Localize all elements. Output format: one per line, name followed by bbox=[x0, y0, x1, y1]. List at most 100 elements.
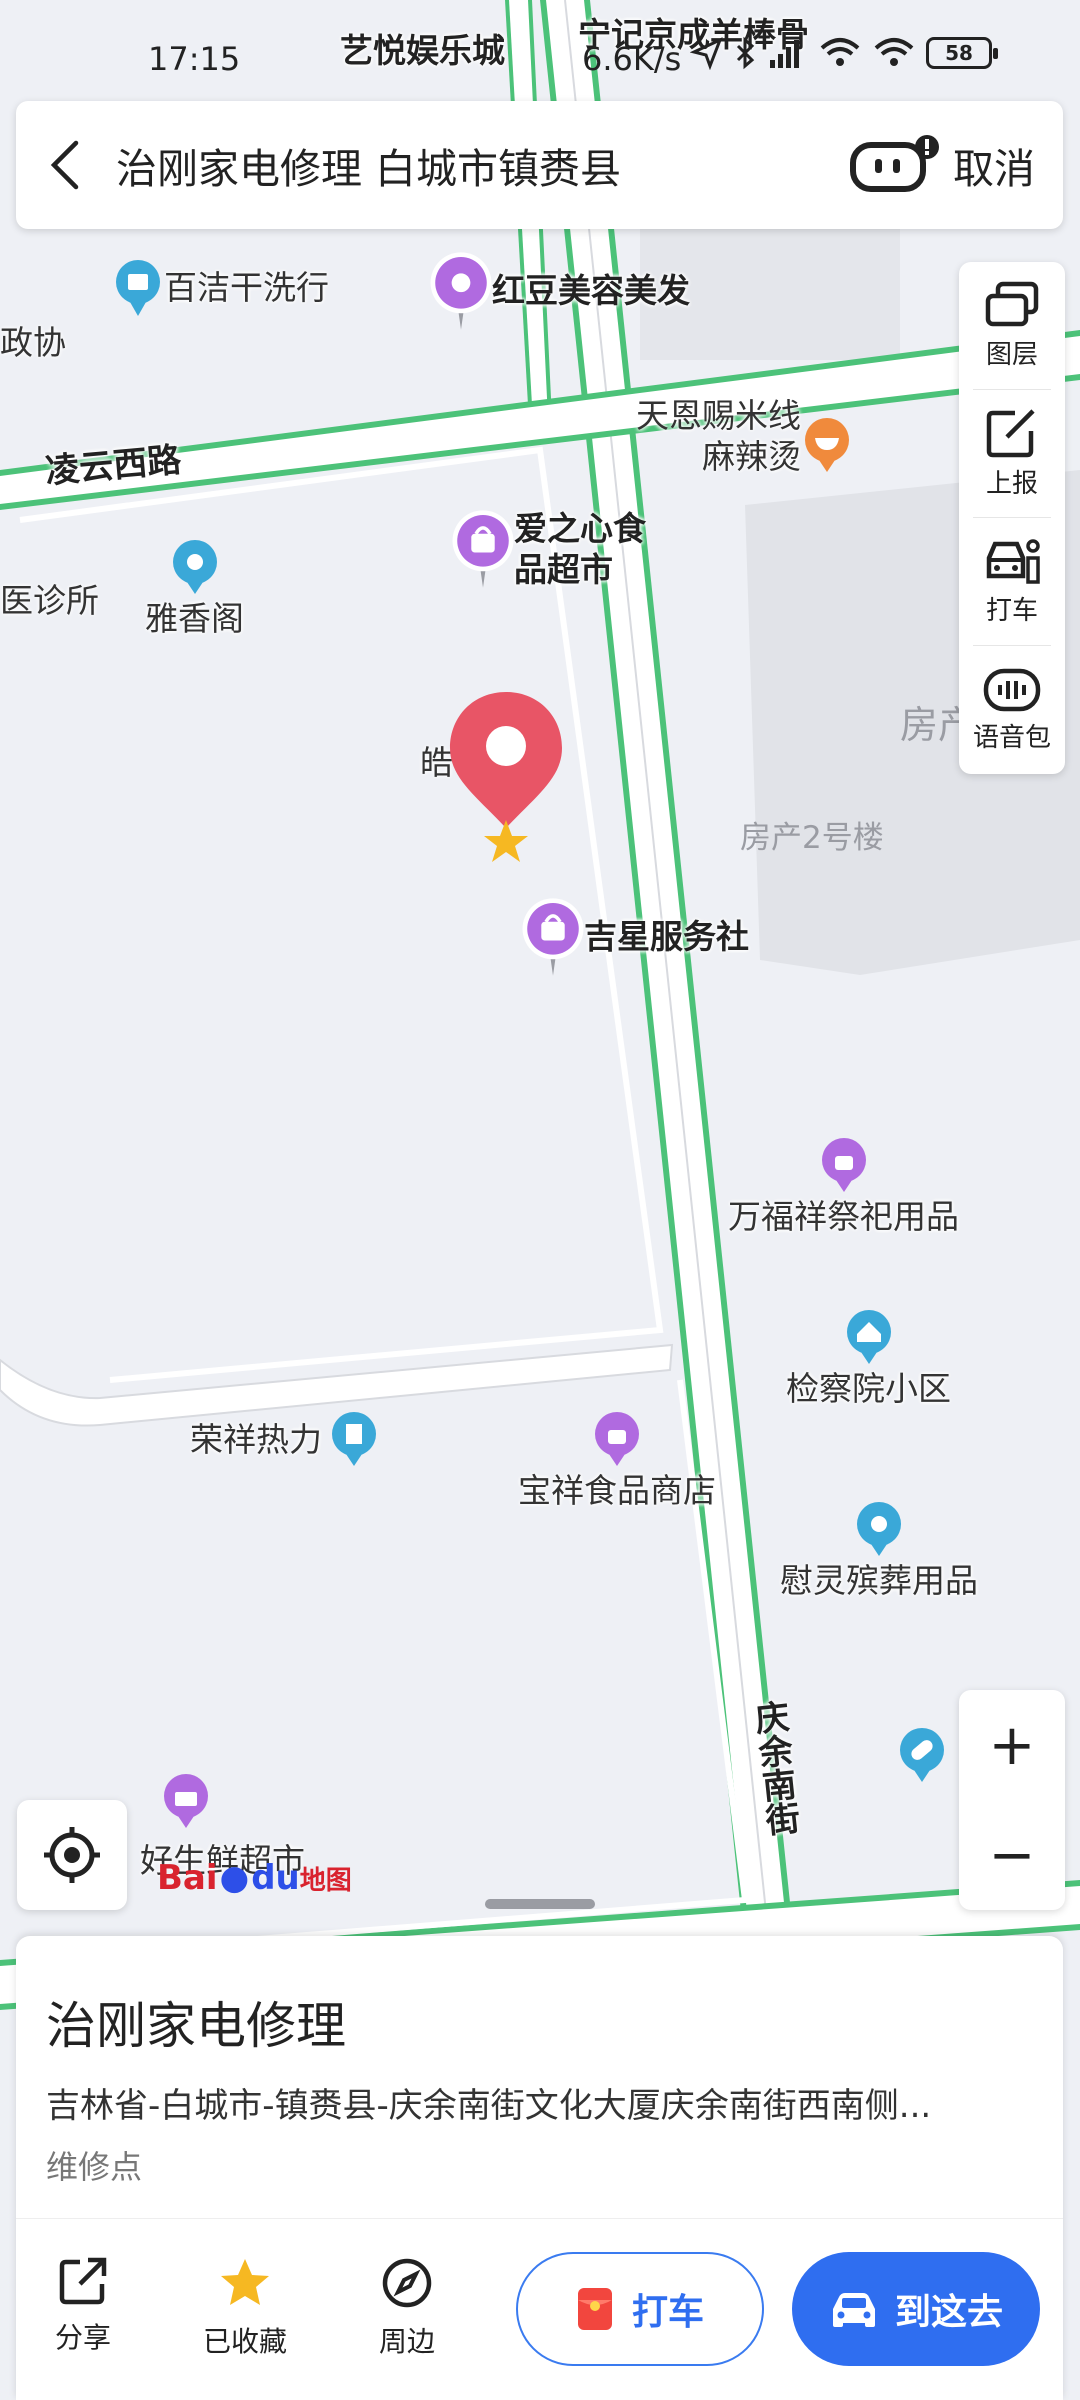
poi-label: 雅香阁 bbox=[145, 599, 244, 638]
shopping-bag-icon bbox=[452, 510, 514, 588]
go-here-button[interactable]: 到这去 bbox=[792, 2252, 1040, 2366]
logo-bai: Bai bbox=[157, 1858, 218, 1898]
zoom-controls: + − bbox=[959, 1690, 1065, 1910]
tool-label: 图层 bbox=[985, 340, 1038, 370]
battery-icon: 58 bbox=[926, 37, 998, 69]
place-address: 吉林省-白城市-镇赉县-庆余南街文化大厦庆余南街西南侧... bbox=[46, 2086, 932, 2126]
map-toolbar: 图层 上报 打车 语音包 bbox=[959, 262, 1065, 774]
tool-layers[interactable]: 图层 bbox=[973, 262, 1051, 390]
place-name: 治刚家电修理 bbox=[46, 1997, 346, 2055]
edit-report-icon bbox=[986, 409, 1035, 458]
poi-label: 吉星服务社 bbox=[584, 917, 749, 957]
zoom-out-button[interactable]: − bbox=[959, 1800, 1065, 1910]
poi-label: 慰灵殡葬用品 bbox=[780, 1561, 978, 1600]
share-button[interactable]: 分享 bbox=[28, 2256, 138, 2356]
star-icon bbox=[221, 2259, 269, 2305]
poi-label: 天恩赐米线 bbox=[636, 396, 801, 435]
tool-report[interactable]: 上报 bbox=[973, 390, 1051, 518]
voice-assistant-button[interactable] bbox=[847, 130, 943, 200]
poi-zhengxie[interactable]: 政协 bbox=[0, 316, 66, 364]
location-dot-icon bbox=[857, 1502, 901, 1556]
search-query[interactable]: 治刚家电修理 白城市镇赉县 bbox=[116, 135, 847, 195]
poi-jianchayuan[interactable]: 检察院小区 bbox=[786, 1308, 951, 1409]
cancel-button[interactable]: 取消 bbox=[943, 135, 1063, 195]
wifi-icon bbox=[820, 38, 860, 66]
chevron-left-icon bbox=[50, 140, 79, 190]
locate-crosshair-icon bbox=[44, 1827, 100, 1883]
poi-rongxiang[interactable]: 荣祥热力 bbox=[190, 1410, 380, 1470]
poi-label: 检察院小区 bbox=[786, 1369, 951, 1408]
poi-label: 品超市 bbox=[514, 550, 613, 590]
red-envelope-icon bbox=[577, 2288, 612, 2330]
paw-icon: ● bbox=[219, 1858, 250, 1898]
tool-voice-pack[interactable]: 语音包 bbox=[973, 646, 1051, 774]
poi-label: 万福祥祭祀用品 bbox=[728, 1197, 959, 1236]
poi-label: 宝祥食品商店 bbox=[518, 1471, 716, 1510]
poi-label: 麻辣烫 bbox=[702, 437, 801, 477]
poi-label: 爱之心食 bbox=[514, 509, 646, 548]
locate-button[interactable] bbox=[17, 1800, 127, 1910]
wifi-icon bbox=[874, 38, 914, 66]
collect-button[interactable]: 已收藏 bbox=[190, 2256, 300, 2360]
building-label-fangchan2: 房产2号楼 bbox=[740, 820, 884, 856]
poi-baijie[interactable]: 百洁干洗行 bbox=[112, 258, 329, 318]
location-dot-icon bbox=[172, 540, 217, 594]
nearby-button[interactable]: 周边 bbox=[352, 2256, 462, 2360]
basket-icon bbox=[164, 1774, 208, 1828]
poi-pharmacy[interactable] bbox=[896, 1726, 948, 1786]
building-icon bbox=[332, 1412, 376, 1466]
poi-tianen[interactable]: 天恩赐米线 麻辣烫 bbox=[636, 395, 853, 478]
map-pin-icon bbox=[450, 692, 562, 862]
shopping-bag-icon bbox=[595, 1412, 639, 1466]
share-label: 分享 bbox=[54, 2321, 111, 2354]
pill-icon bbox=[900, 1728, 944, 1782]
tool-label: 打车 bbox=[985, 596, 1038, 626]
poi-label: 红豆美容美发 bbox=[492, 271, 690, 311]
go-here-label: 到这去 bbox=[894, 2292, 1003, 2333]
tool-taxi[interactable]: 打车 bbox=[973, 518, 1051, 646]
poi-wanfuxiang[interactable]: 万福祥祭祀用品 bbox=[728, 1136, 959, 1237]
robot-assistant-icon bbox=[850, 135, 939, 192]
back-button[interactable] bbox=[16, 101, 116, 229]
beauty-icon bbox=[430, 252, 492, 330]
nearby-label: 周边 bbox=[378, 2325, 435, 2358]
food-icon bbox=[805, 418, 849, 473]
status-bar: 17:15 6.6K/s 58 bbox=[0, 28, 1080, 92]
poi-baoxiang[interactable]: 宝祥食品商店 bbox=[518, 1410, 716, 1511]
place-detail-card[interactable]: 治刚家电修理 吉林省-白城市-镇赉县-庆余南街文化大厦庆余南街西南侧... 维修… bbox=[16, 1936, 1063, 2400]
laundry-icon bbox=[116, 260, 160, 316]
logo-du: du bbox=[251, 1858, 300, 1898]
logo-map: 地图 bbox=[299, 1865, 352, 1896]
poi-jixing[interactable]: 吉星服务社 bbox=[522, 896, 749, 978]
taxi-button[interactable]: 打车 bbox=[516, 2252, 764, 2366]
shopping-bag-icon bbox=[522, 898, 584, 976]
place-category: 维修点 bbox=[46, 2148, 143, 2186]
tool-label: 上报 bbox=[985, 469, 1038, 499]
status-time: 17:15 bbox=[148, 40, 241, 78]
zoom-in-button[interactable]: + bbox=[959, 1690, 1065, 1800]
bluetooth-icon bbox=[736, 36, 755, 70]
road-label-qingyu-text: 庆余南街 bbox=[747, 1698, 802, 1838]
collected-label: 已收藏 bbox=[202, 2325, 287, 2358]
taxi-icon bbox=[986, 539, 1040, 584]
poi-yizhensuo[interactable]: 医诊所 bbox=[0, 574, 99, 622]
layers-icon bbox=[985, 281, 1039, 327]
drag-handle[interactable] bbox=[485, 1899, 595, 1909]
compass-icon bbox=[382, 2258, 432, 2308]
poi-label: 百洁干洗行 bbox=[164, 268, 329, 308]
poi-aizhixin[interactable]: 爱之心食 品超市 bbox=[452, 508, 646, 591]
card-divider bbox=[16, 2218, 1063, 2219]
navigation-arrow-icon bbox=[690, 37, 723, 70]
search-bar[interactable]: 治刚家电修理 白城市镇赉县 取消 bbox=[16, 101, 1063, 229]
poi-yaxiang[interactable]: 雅香阁 bbox=[145, 538, 244, 639]
poi-hongdou[interactable]: 红豆美容美发 bbox=[430, 250, 690, 332]
shopping-bag-icon bbox=[821, 1138, 866, 1192]
car-icon bbox=[832, 2293, 875, 2327]
poi-weiling[interactable]: 慰灵殡葬用品 bbox=[780, 1500, 978, 1601]
tool-label: 语音包 bbox=[973, 722, 1052, 753]
status-icons: 58 bbox=[690, 36, 998, 70]
baidu-map-logo: Bai ● du 地图 bbox=[157, 1858, 352, 1898]
status-network-speed: 6.6K/s bbox=[582, 40, 682, 78]
selected-location-marker[interactable] bbox=[446, 688, 566, 868]
share-icon bbox=[59, 2257, 107, 2305]
